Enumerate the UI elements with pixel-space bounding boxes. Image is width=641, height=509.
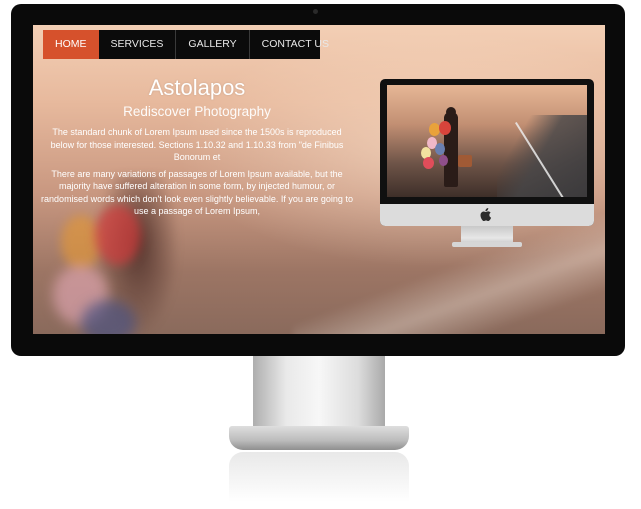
monitor-frame: HOME SERVICES GALLERY CONTACT US Astolap… — [11, 4, 625, 356]
apple-icon — [480, 208, 492, 221]
monitor-stand — [253, 356, 385, 428]
hero-paragraph: There are many variations of passages of… — [41, 168, 353, 217]
background-photo-road — [293, 215, 605, 334]
hero-subtitle: Rediscover Photography — [123, 104, 271, 119]
showcase-monitor-base — [452, 242, 522, 247]
camera-dot — [313, 9, 318, 14]
main-nav: HOME SERVICES GALLERY CONTACT US — [43, 30, 329, 59]
photo-balloon — [423, 157, 434, 169]
monitor-stand-base — [229, 426, 409, 450]
photo-suitcase — [458, 155, 472, 167]
photo-balloon — [435, 143, 445, 155]
nav-item-gallery[interactable]: GALLERY — [175, 30, 250, 59]
nav-item-home[interactable]: HOME — [43, 30, 99, 59]
stand-reflection — [229, 452, 409, 502]
photo-balloon — [439, 121, 451, 135]
photo-balloon — [439, 155, 448, 166]
showcase-monitor — [380, 79, 594, 226]
hero-section: Astolapos Rediscover Photography The sta… — [33, 75, 361, 218]
hero-title: Astolapos — [148, 75, 246, 100]
hero-paragraph: The standard chunk of Lorem Ipsum used s… — [50, 127, 344, 162]
photo-road — [497, 115, 587, 197]
showcase-photo — [387, 85, 587, 197]
nav-item-contact-us[interactable]: CONTACT US — [250, 30, 341, 59]
website-screen: HOME SERVICES GALLERY CONTACT US Astolap… — [33, 25, 605, 334]
nav-item-services[interactable]: SERVICES — [99, 30, 176, 59]
